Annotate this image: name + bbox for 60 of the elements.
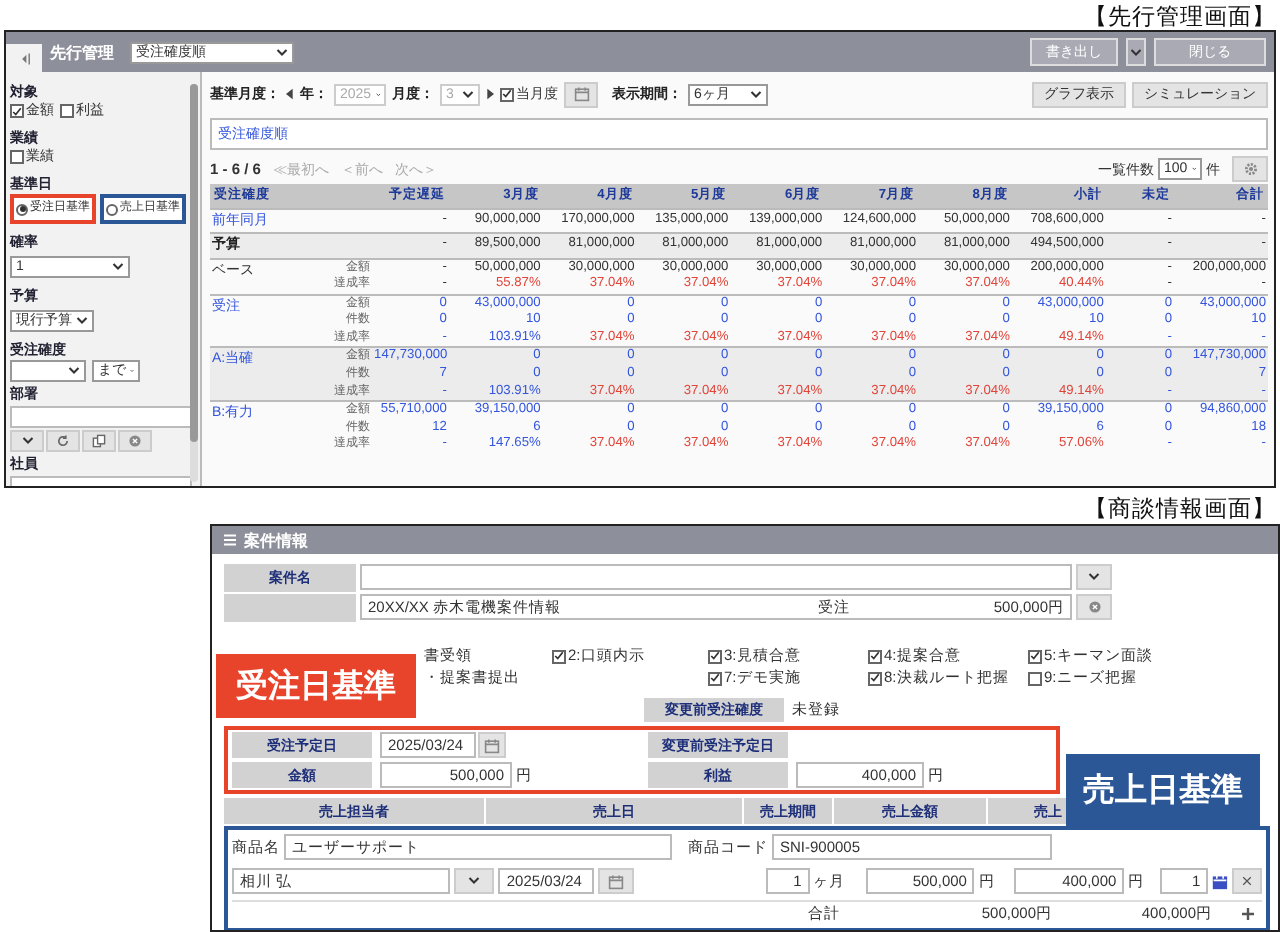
calendar-icon	[573, 86, 589, 102]
checkbox[interactable]	[708, 671, 722, 685]
checkbox[interactable]	[500, 87, 514, 101]
radio-button[interactable]	[16, 203, 28, 215]
callout-label: 受注日基準	[216, 654, 416, 718]
caret-icon	[68, 366, 80, 376]
input-field[interactable]	[10, 406, 192, 428]
blank-label-cell	[224, 593, 356, 621]
caret-icon	[76, 316, 88, 326]
input-field[interactable]	[360, 564, 1072, 590]
settings-button[interactable]	[1232, 156, 1268, 182]
delete-button[interactable]	[1232, 868, 1262, 894]
calendar-button[interactable]	[564, 81, 598, 107]
close-icon	[1242, 876, 1253, 886]
checkbox[interactable]	[10, 104, 24, 118]
refresh-button[interactable]	[46, 430, 80, 452]
caret-icon	[276, 47, 288, 57]
calendar-button[interactable]	[598, 868, 635, 894]
close-icon	[128, 434, 142, 448]
select[interactable]	[10, 360, 86, 382]
copy-icon	[92, 434, 106, 448]
menu-icon[interactable]	[224, 534, 236, 546]
window-title: 先行管理	[50, 41, 114, 63]
caret-icon	[462, 89, 474, 99]
screen-caption: 【先行管理画面】	[1084, 3, 1276, 32]
caret-icon	[468, 876, 481, 886]
settings-icon	[1243, 162, 1257, 176]
checkbox[interactable]	[552, 649, 566, 663]
caret-icon	[1130, 47, 1142, 57]
calendar-icon	[608, 873, 625, 889]
calendar-icon	[1212, 873, 1229, 889]
checkbox[interactable]	[1028, 649, 1042, 663]
radio-button[interactable]	[106, 203, 118, 215]
previous-icon[interactable]	[286, 88, 294, 100]
checkbox[interactable]	[868, 649, 882, 663]
caret-icon	[21, 436, 33, 446]
caret-icon	[1088, 572, 1100, 582]
clear-button[interactable]	[118, 430, 152, 452]
calendar-button[interactable]	[478, 732, 506, 758]
calendar-icon	[484, 737, 500, 753]
screen-caption: 【商談情報画面】	[1084, 494, 1276, 524]
refresh-icon	[56, 434, 70, 448]
collapse-icon[interactable]	[17, 51, 31, 65]
scrollbar[interactable]	[190, 84, 198, 482]
caret-icon	[750, 89, 762, 99]
close-icon	[1087, 600, 1101, 614]
caret-icon	[112, 262, 124, 272]
checkbox[interactable]	[10, 150, 24, 164]
copy-button[interactable]	[82, 430, 116, 452]
checkbox[interactable]	[868, 671, 882, 685]
callout-label: 売上日基準	[1066, 754, 1260, 828]
clear-button[interactable]	[1076, 594, 1112, 620]
checkbox[interactable]	[1028, 671, 1042, 685]
dropdown-button[interactable]	[1126, 38, 1146, 66]
next-icon[interactable]	[486, 88, 494, 100]
add-icon[interactable]	[1242, 908, 1254, 920]
checkbox[interactable]	[708, 649, 722, 663]
window-title: 案件情報	[244, 529, 308, 551]
checkbox[interactable]	[60, 104, 74, 118]
dropdown-button[interactable]	[10, 430, 44, 452]
